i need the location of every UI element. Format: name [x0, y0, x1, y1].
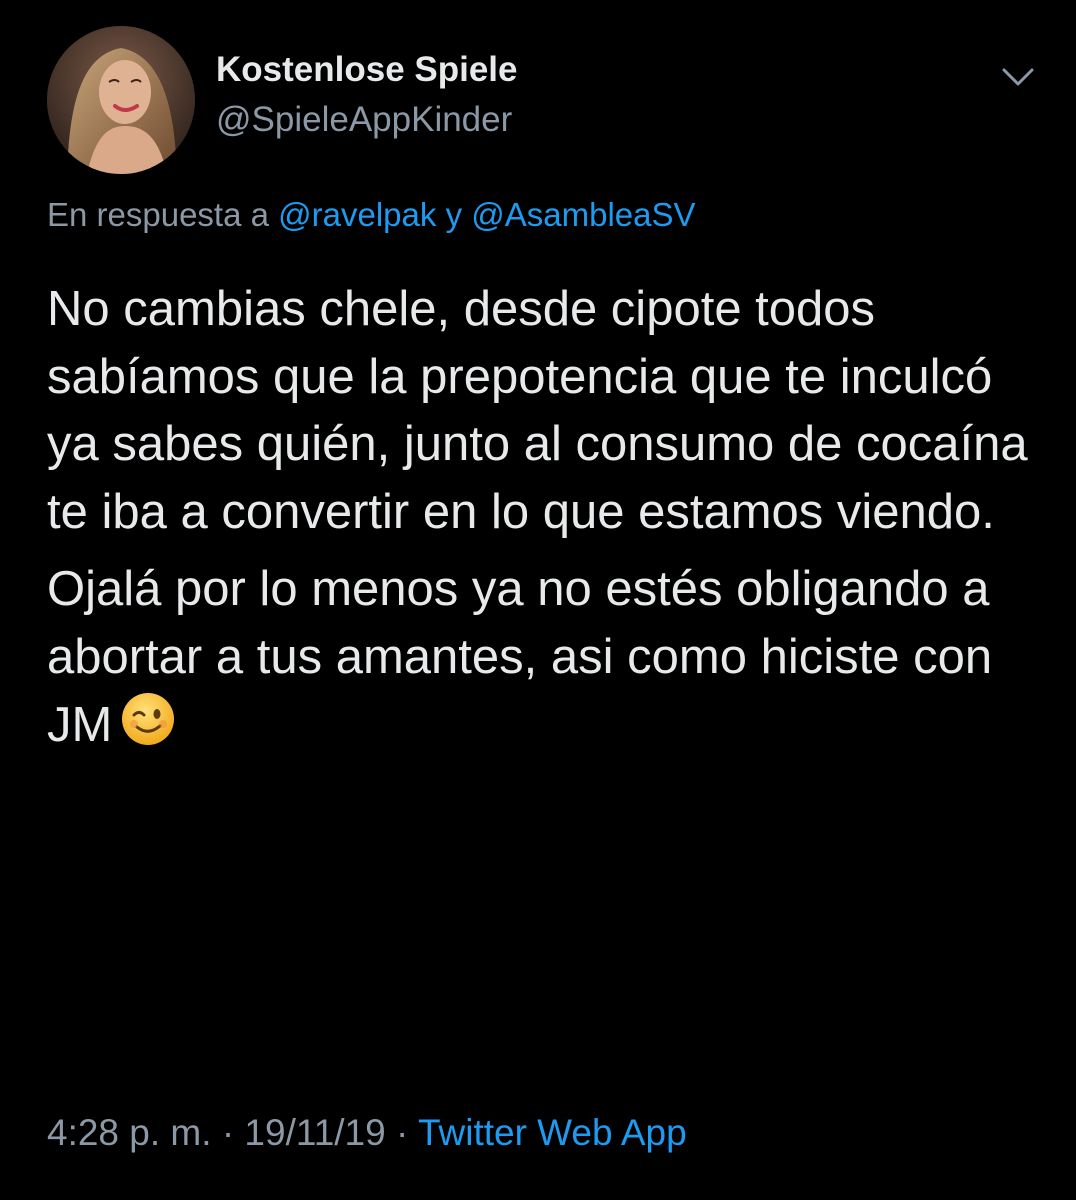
tweet: Kostenlose Spiele @SpieleAppKinder En re… — [0, 0, 1076, 1200]
author-handle[interactable]: @SpieleAppKinder — [216, 100, 512, 140]
tweet-time[interactable]: 4:28 p. m. — [47, 1112, 212, 1153]
reply-context: En respuesta a @ravelpak y @AsambleaSV — [47, 196, 696, 234]
mention-asambleasv[interactable]: @AsambleaSV — [471, 196, 695, 233]
tweet-paragraph-2-wrapper: Ojalá por lo menos ya no estés obligando… — [47, 556, 1037, 760]
mention-ravelpak[interactable]: @ravelpak — [278, 196, 436, 233]
avatar-image — [47, 26, 195, 174]
reply-prefix: En respuesta a — [47, 196, 269, 233]
tweet-text: No cambias chele, desde cipote todos sab… — [47, 276, 1037, 760]
tweet-metadata: 4:28 p. m. · 19/11/19 · Twitter Web App — [47, 1112, 687, 1154]
tweet-date[interactable]: 19/11/19 — [244, 1112, 385, 1153]
tweet-paragraph-2: Ojalá por lo menos ya no estés obligando… — [47, 562, 993, 752]
tweet-paragraph-1: No cambias chele, desde cipote todos sab… — [47, 282, 1028, 539]
reply-connector: y — [445, 196, 463, 233]
meta-separator: · — [395, 1112, 409, 1153]
winking-face-emoji — [120, 691, 176, 747]
chevron-down-icon[interactable] — [998, 62, 1038, 92]
author-display-name[interactable]: Kostenlose Spiele — [216, 50, 517, 90]
tweet-source-link[interactable]: Twitter Web App — [418, 1112, 687, 1153]
avatar[interactable] — [47, 26, 195, 174]
meta-separator: · — [221, 1112, 235, 1153]
